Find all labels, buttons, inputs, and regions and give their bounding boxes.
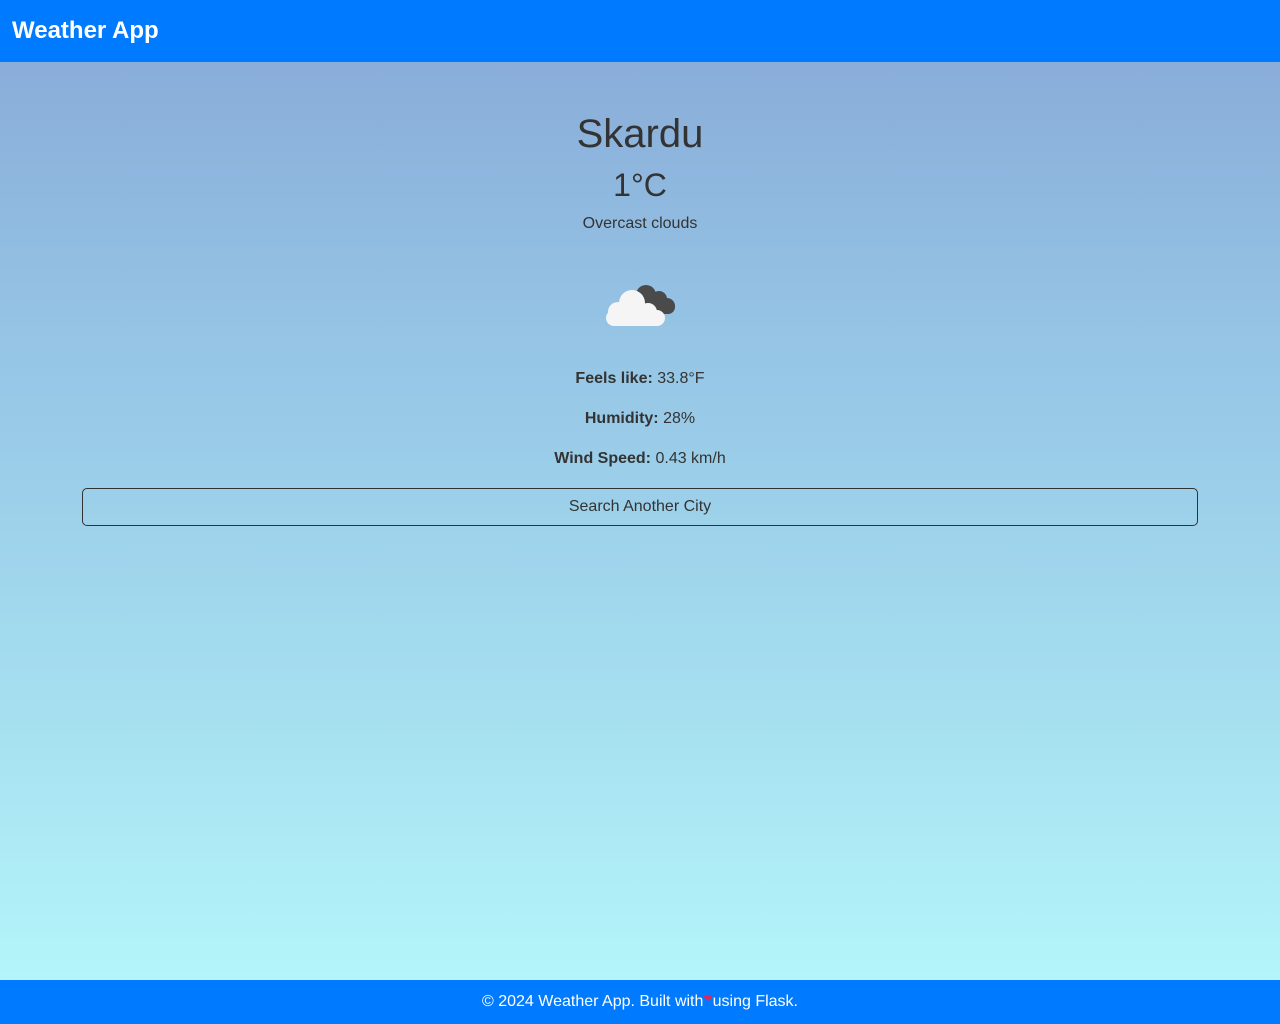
humidity-row: Humidity: 28% bbox=[0, 409, 1280, 429]
wind-speed-row: Wind Speed: 0.43 km/h bbox=[0, 449, 1280, 469]
temperature: 1°C bbox=[613, 167, 667, 203]
feels-like-value: 33.8°F bbox=[657, 370, 705, 387]
overcast-clouds-icon bbox=[604, 276, 676, 328]
humidity-value: 28% bbox=[663, 410, 696, 427]
weather-description: Overcast clouds bbox=[582, 215, 698, 232]
navbar: Weather App bbox=[0, 0, 1280, 62]
weather-card: Skardu 1°C Overcast clouds Feels like: 3… bbox=[0, 62, 1280, 980]
search-another-city-button[interactable]: Search Another City bbox=[82, 488, 1198, 526]
city-name: Skardu bbox=[576, 112, 704, 156]
footer: © 2024 Weather App. Built with❤using Fla… bbox=[0, 980, 1280, 1024]
footer-text-after: using Flask. bbox=[712, 993, 798, 1010]
wind-speed-label: Wind Speed: bbox=[554, 450, 652, 467]
footer-text-before: © 2024 Weather App. Built with bbox=[482, 993, 704, 1010]
humidity-label: Humidity: bbox=[584, 410, 659, 427]
wind-speed-value: 0.43 km/h bbox=[655, 450, 726, 467]
feels-like-label: Feels like: bbox=[575, 370, 653, 387]
heart-icon: ❤ bbox=[703, 993, 713, 1005]
feels-like-row: Feels like: 33.8°F bbox=[0, 369, 1280, 389]
brand-link[interactable]: Weather App bbox=[12, 16, 159, 46]
